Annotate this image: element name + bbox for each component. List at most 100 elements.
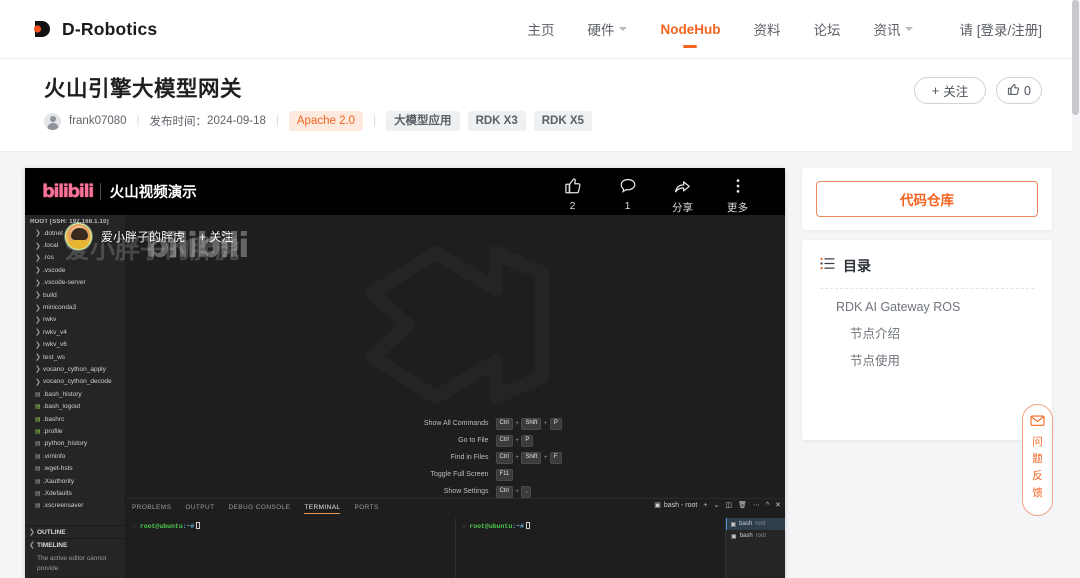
tree-item[interactable]: ▤ .bash_logout — [25, 400, 125, 412]
tree-item[interactable]: ▤ .Xdefaults — [25, 487, 125, 499]
toc-item-rdk-ai-gateway-ros[interactable]: RDK AI Gateway ROS — [802, 289, 1052, 316]
shortcut-row: Go to File Ctrl + P — [326, 432, 586, 449]
kill-terminal-icon[interactable]: 🗑 — [738, 501, 747, 509]
tree-item[interactable]: ❯ .vscode — [25, 264, 125, 276]
tree-item[interactable]: ▤ .viminfo — [25, 450, 125, 462]
key-cap: Ctrl — [495, 434, 513, 447]
maximize-panel-icon[interactable]: ^ — [766, 502, 769, 509]
nav-item-news[interactable]: 资讯 — [873, 15, 914, 43]
comment-icon — [600, 174, 655, 198]
nav-item-docs[interactable]: 资料 — [753, 15, 780, 43]
brand-logo[interactable]: D-Robotics — [31, 18, 157, 40]
chevron-right-icon: ❯ — [29, 529, 35, 536]
main-content: bilibili 火山视频演示 2 1 分享 更多 ROOT [SSH: 192… — [0, 152, 1072, 578]
more-icon[interactable]: ⋯ — [753, 501, 760, 509]
tree-item[interactable]: ❯ vocano_cython_decode — [25, 376, 125, 388]
tree-item[interactable]: ▤ .bash_history — [25, 388, 125, 400]
chevron-down-icon[interactable]: ⌄ — [713, 501, 719, 509]
terminal-selector-label: bash - root — [663, 501, 698, 509]
close-icon[interactable]: ✕ — [775, 501, 781, 509]
nav-item-label: 主页 — [527, 23, 555, 38]
nav-item-forum[interactable]: 论坛 — [813, 15, 840, 43]
tab-output[interactable]: OUTPUT — [185, 504, 214, 514]
uploader-name[interactable]: 爱小胖子的胖虎 — [101, 228, 185, 245]
tag-chip[interactable]: 大模型应用 — [386, 111, 460, 131]
video-like-button[interactable]: 2 — [545, 174, 600, 215]
vscode-shortcut-hints: Show All Commands Ctrl + Shift + P Go to… — [326, 415, 586, 498]
tag-chip[interactable]: RDK X3 — [467, 111, 526, 131]
tree-item[interactable]: ❯ rwkv — [25, 314, 125, 326]
outline-panel-header[interactable]: ❯ OUTLINE — [25, 525, 125, 538]
shortcut-row: Show All Commands Ctrl + Shift + P — [326, 415, 586, 432]
video-more-button[interactable]: 更多 — [710, 174, 765, 215]
chevron-right-icon: ❯ — [35, 378, 41, 386]
code-repository-button[interactable]: 代码仓库 — [816, 181, 1038, 217]
nav-item-hardware[interactable]: 硬件 — [587, 15, 628, 43]
terminal-pane-left[interactable]: ○ root@ubuntu:~# — [126, 518, 456, 578]
tag-chip[interactable]: RDK X5 — [533, 111, 592, 131]
video-share-button[interactable]: 分享 — [655, 174, 710, 215]
tree-item[interactable]: ❯ .vscode-server — [25, 277, 125, 289]
nav-item-nodehub[interactable]: NodeHub — [660, 18, 720, 41]
video-player[interactable]: bilibili 火山视频演示 2 1 分享 更多 ROOT [SSH: 192… — [25, 168, 785, 578]
title-card: 火山引擎大模型网关 frank07080 | 发布时间： 2024-09-18 … — [0, 59, 1072, 152]
like-button[interactable]: 0 — [996, 77, 1042, 104]
video-uploader-row: 爱小胖子的胖虎 + 关注 — [65, 223, 233, 250]
terminal-list-item[interactable]: ▣ bash root — [726, 518, 785, 530]
feedback-label-line: 馈 — [1032, 487, 1043, 499]
split-terminal-button[interactable]: ◫ — [725, 501, 732, 509]
follow-button[interactable]: + 关注 — [914, 77, 986, 104]
nav-item-home[interactable]: 主页 — [527, 15, 554, 43]
terminal-list-item[interactable]: ▣ bash root — [726, 530, 785, 542]
scrollbar-thumb[interactable] — [1072, 0, 1079, 115]
page-title: 火山引擎大模型网关 — [44, 77, 243, 101]
tree-item[interactable]: ▤ .python_history — [25, 438, 125, 450]
login-register-link[interactable]: 请 [登录/注册] — [959, 19, 1042, 39]
author-name: frank07080 — [69, 115, 127, 127]
tree-item[interactable]: ▤ .Xauthority — [25, 475, 125, 487]
tab-debug-console[interactable]: DEBUG CONSOLE — [228, 504, 290, 514]
tree-item[interactable]: ❯ build — [25, 289, 125, 301]
toc-card: 目录 RDK AI Gateway ROS 节点介绍 节点使用 — [802, 240, 1052, 440]
tree-item-label: .Xauthority — [43, 477, 75, 485]
video-comment-count: 1 — [624, 200, 631, 212]
tree-item[interactable]: ❯ vocano_cython_apply — [25, 363, 125, 375]
terminal-selector[interactable]: ▣ bash - root — [654, 501, 698, 510]
timeline-panel-header[interactable]: ❮ TIMELINE — [25, 538, 125, 551]
tree-item[interactable]: ▤ .xscreensaver — [25, 500, 125, 512]
thumbs-up-icon — [1007, 83, 1020, 99]
tab-terminal[interactable]: TERMINAL — [304, 504, 341, 514]
tree-item[interactable]: ❯ .ros — [25, 252, 125, 264]
shortcut-label: Find in Files — [450, 454, 489, 461]
chevron-down-icon — [905, 27, 914, 31]
tab-problems[interactable]: PROBLEMS — [132, 504, 171, 514]
uploader-avatar[interactable] — [65, 223, 92, 250]
tree-item[interactable]: ▤ .bashrc — [25, 413, 125, 425]
tree-item[interactable]: ▤ .wget-hsts — [25, 462, 125, 474]
tree-item-label: .dotnet — [43, 229, 63, 237]
toc-item-node-usage[interactable]: 节点使用 — [802, 343, 1052, 370]
tree-item[interactable]: ❯ miniconda3 — [25, 301, 125, 313]
share-icon — [655, 174, 710, 198]
script-file-icon: ▤ — [35, 428, 41, 435]
page-scrollbar[interactable] — [1072, 0, 1080, 578]
chevron-down-icon: ❮ — [29, 542, 35, 549]
publish-date: 2024-09-18 — [207, 115, 266, 127]
tab-ports[interactable]: PORTS — [354, 504, 378, 514]
video-more-label: 更多 — [727, 202, 748, 214]
video-share-label: 分享 — [672, 202, 693, 214]
key-cap: P — [521, 434, 534, 447]
meta-divider: | — [373, 115, 377, 127]
envelope-icon — [1030, 414, 1045, 432]
toc-item-node-intro[interactable]: 节点介绍 — [802, 316, 1052, 343]
tree-item[interactable]: ❯ rwkv_v4 — [25, 326, 125, 338]
uploader-follow-button[interactable]: + 关注 — [199, 228, 233, 245]
video-comment-button[interactable]: 1 — [600, 174, 655, 215]
key-cap: Ctrl — [495, 485, 513, 498]
new-terminal-button[interactable]: + — [703, 502, 707, 509]
tree-item[interactable]: ❯ rwkv_v6 — [25, 339, 125, 351]
tree-item[interactable]: ❯ test_ws — [25, 351, 125, 363]
tree-item-label: .local — [43, 242, 59, 250]
tree-item[interactable]: ▤ .profile — [25, 425, 125, 437]
feedback-button[interactable]: 问 题 反 馈 — [1022, 404, 1053, 516]
